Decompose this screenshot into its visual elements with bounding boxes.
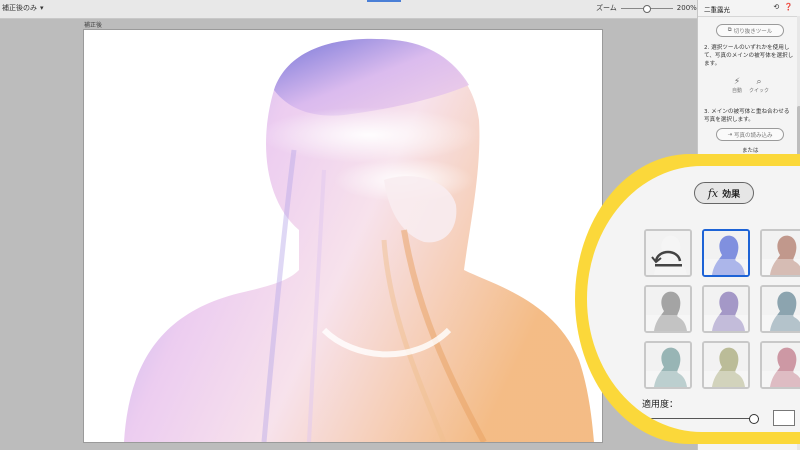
cut-tool-button[interactable]: ⧉ 切り抜きツール — [716, 24, 784, 37]
effect-preview-purple-green — [704, 287, 748, 331]
effect-thumbnail-none[interactable] — [644, 229, 692, 277]
view-mode-label: 補正後のみ — [2, 4, 37, 12]
zoom-value: 200% — [676, 4, 697, 12]
quick-tool-label: クイック — [748, 88, 769, 94]
auto-tool-label: 自動 — [731, 88, 742, 94]
import-icon: ⇥ — [727, 131, 733, 138]
effect-preview-gray — [646, 287, 690, 331]
zoom-slider-thumb[interactable] — [642, 4, 651, 13]
reset-icon[interactable]: ⟲ — [773, 3, 779, 11]
photo-canvas[interactable] — [83, 29, 603, 443]
effects-highlight-circle: fx 効果 適用度： — [575, 154, 800, 444]
import-photo-button[interactable]: ⇥ 写真の読み込み — [716, 128, 784, 141]
amount-slider[interactable] — [647, 414, 760, 424]
fx-icon: fx — [707, 186, 719, 200]
crop-icon: ⧉ — [727, 27, 732, 33]
zoom-slider[interactable] — [620, 4, 673, 13]
import-photo-label: 写真の読み込み — [734, 132, 773, 139]
amount-label: 適用度： — [642, 400, 679, 410]
effects-button[interactable]: fx 効果 — [694, 182, 754, 204]
zoom-control: ズーム 200% — [596, 3, 697, 13]
magic-wand-icon: ⚡ — [733, 77, 741, 87]
view-mode-select[interactable]: 補正後のみ ▾ — [2, 3, 44, 13]
or-label: または — [742, 148, 759, 154]
step2-instructions: 2. 選択ツールのいずれかを使用して、写真のメインの被写体を選択します。 — [704, 45, 794, 67]
top-toolbar: 補正後のみ ▾ ズーム 200% — [0, 0, 800, 19]
panel-header: 二重露光 ⟲ ❓ — [698, 0, 800, 17]
step3-instructions: 3. メインの被写体と重ね合わせる写真を選択します。 — [704, 109, 790, 123]
zoom-label: ズーム — [596, 4, 617, 12]
effect-thumbnail-blue-orange[interactable] — [702, 229, 750, 277]
effect-preview-pink — [762, 343, 800, 387]
amount-value-box[interactable] — [773, 410, 795, 426]
chevron-down-icon: ▾ — [40, 4, 44, 12]
auto-select-tool[interactable]: ⚡ 自動 — [726, 77, 748, 94]
active-view-indicator — [367, 0, 401, 2]
effect-preview-teal-gray — [762, 287, 800, 331]
effect-thumbnail-purple-green[interactable] — [702, 285, 750, 333]
double-exposure-photo — [124, 38, 594, 442]
canvas-label: 補正後 — [84, 22, 103, 29]
effect-preview-cool-green — [646, 343, 690, 387]
effect-preview-sepia-green — [704, 343, 748, 387]
effects-label: 効果 — [722, 189, 741, 200]
cut-tool-label: 切り抜きツール — [733, 28, 773, 35]
effect-thumbnail-pink[interactable] — [760, 341, 800, 389]
effect-preview-blue-orange — [704, 231, 748, 275]
quick-select-icon: ⌕ — [756, 77, 762, 87]
amount-slider-thumb[interactable] — [749, 414, 760, 424]
effect-thumbnail-gray[interactable] — [644, 285, 692, 333]
effect-thumbnail-cool-green[interactable] — [644, 341, 692, 389]
effect-preview-none — [646, 231, 690, 275]
panel-title: 二重露光 — [704, 6, 730, 14]
quick-select-tool[interactable]: ⌕ クイック — [748, 77, 770, 94]
effect-thumbnail-sepia-green[interactable] — [702, 341, 750, 389]
help-icon[interactable]: ❓ — [784, 3, 793, 11]
effect-preview-warm — [762, 231, 800, 275]
effects-panel-zoom: fx 効果 適用度： — [587, 166, 800, 432]
effect-thumbnail-warm[interactable] — [760, 229, 800, 277]
effect-thumbnail-teal-gray[interactable] — [760, 285, 800, 333]
